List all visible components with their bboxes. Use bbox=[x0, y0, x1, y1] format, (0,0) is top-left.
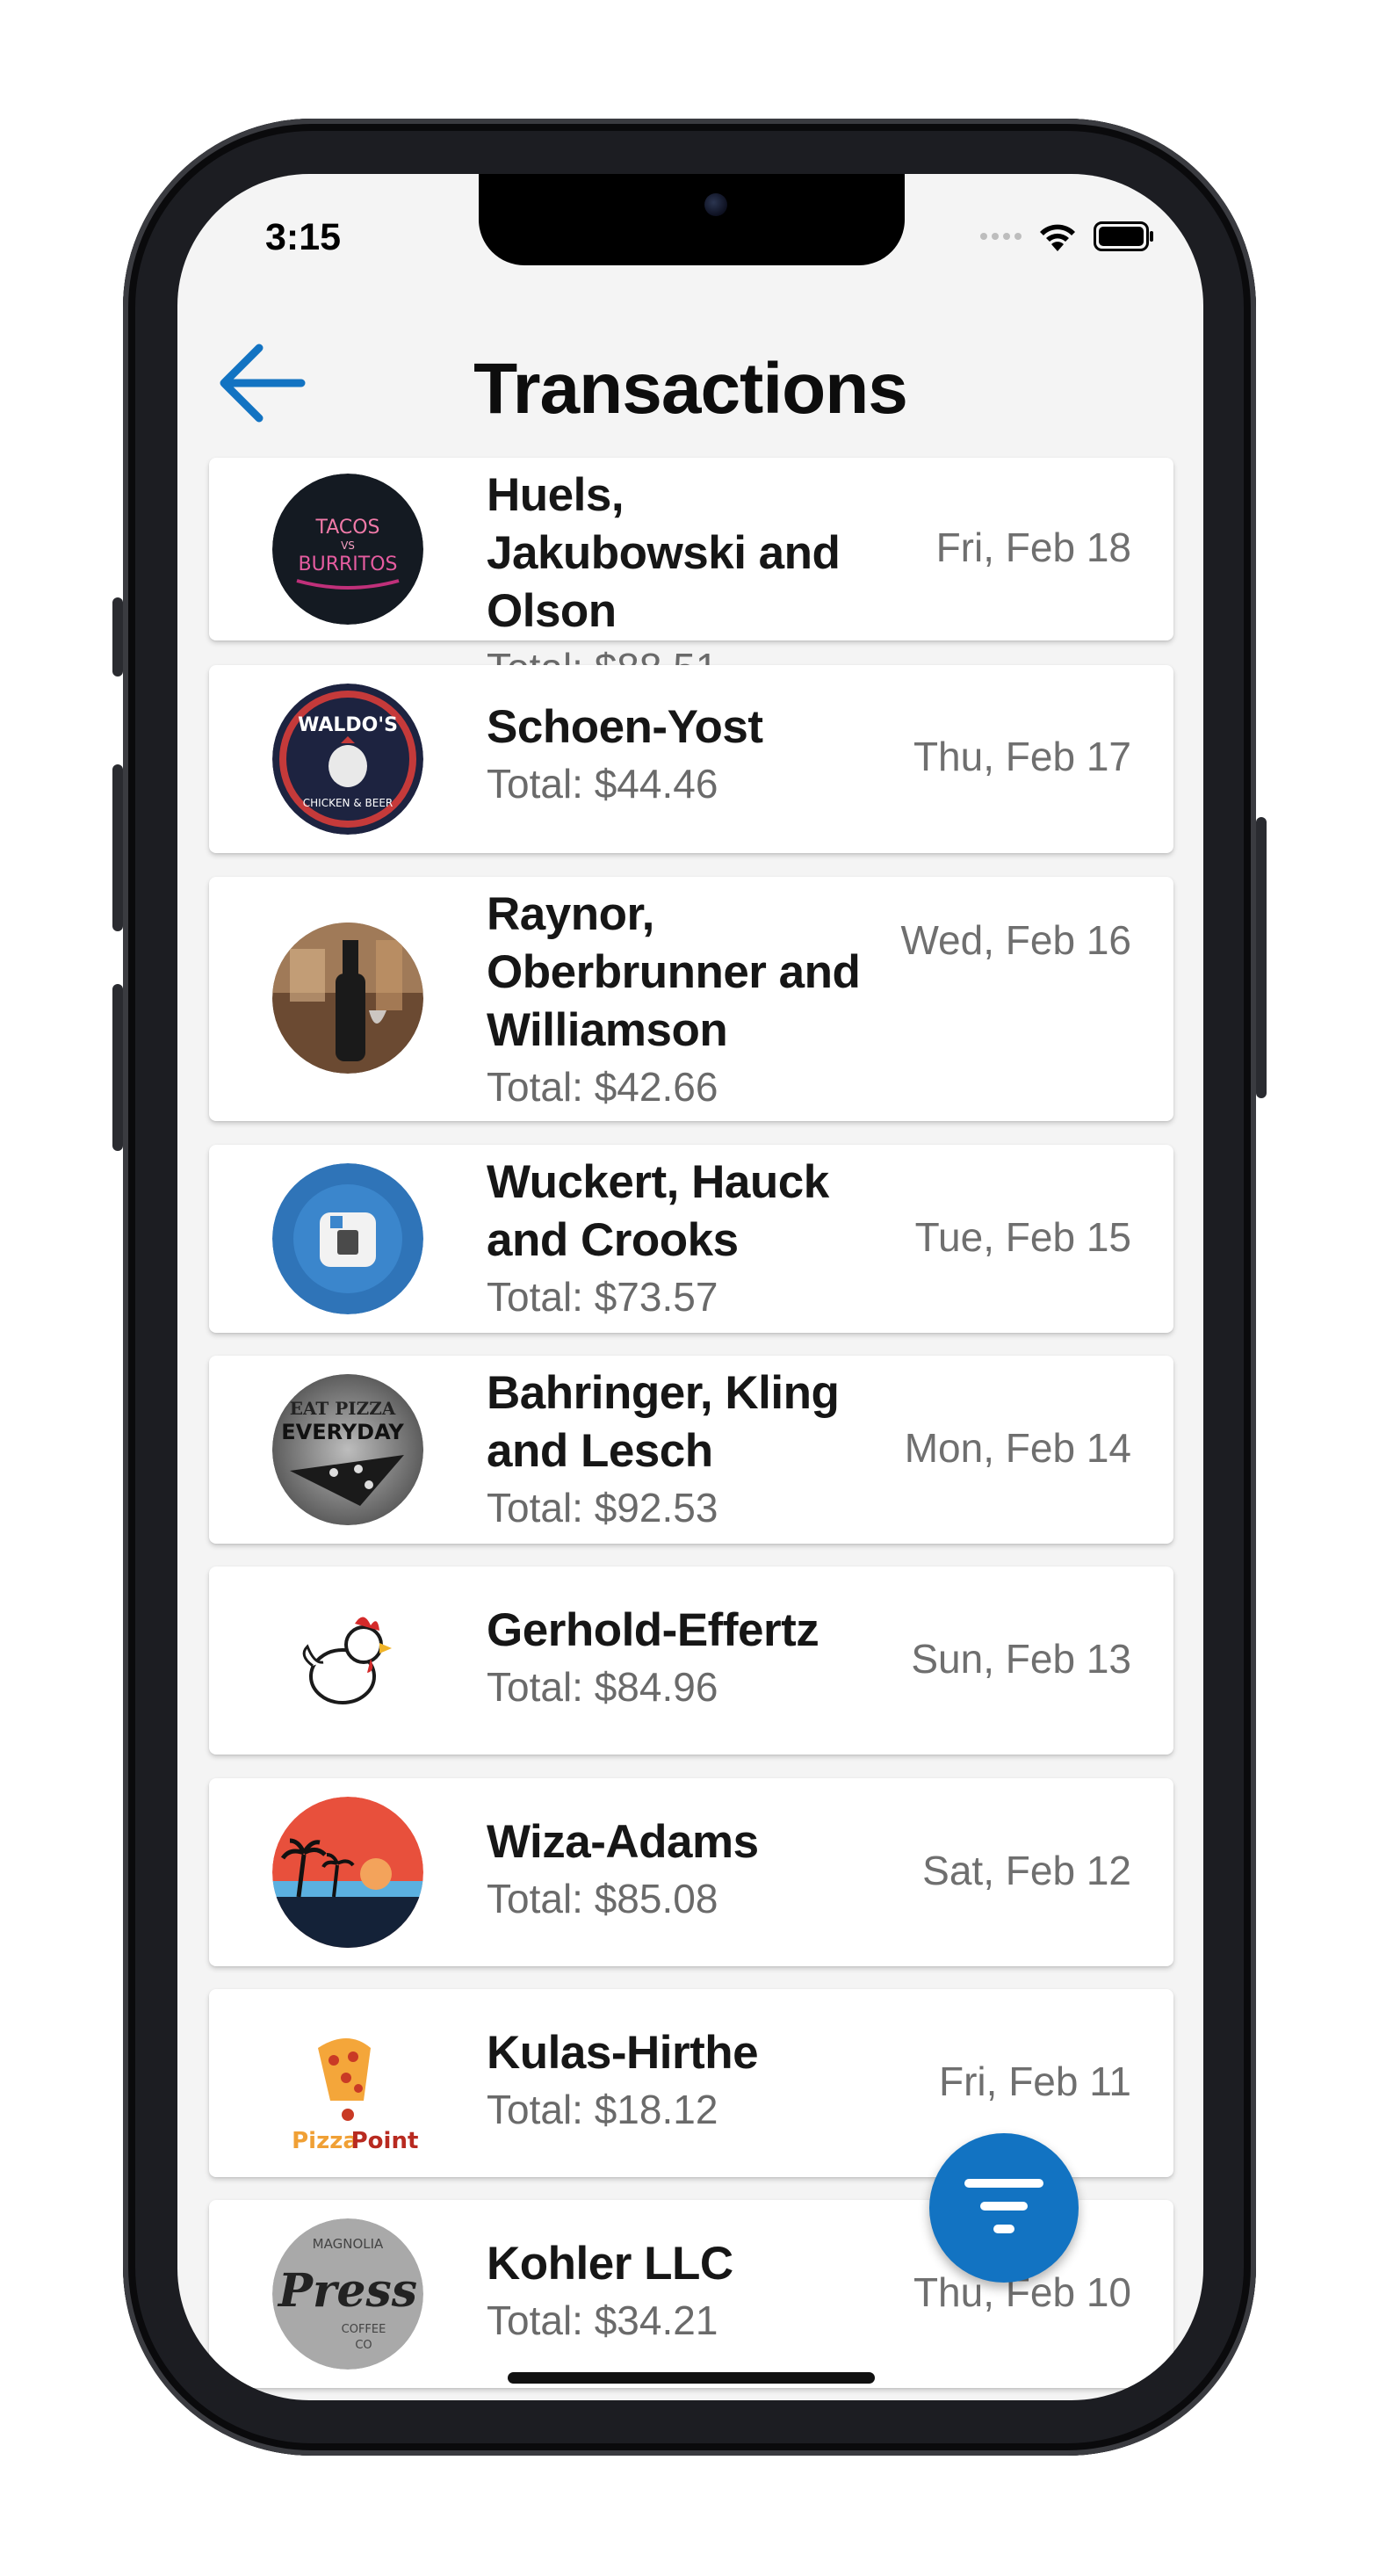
transaction-total: Total: $34.21 bbox=[487, 2297, 718, 2343]
logo-text-co: CO bbox=[355, 2339, 372, 2352]
volume-up-button bbox=[112, 764, 123, 931]
transaction-date: Fri, Feb 11 bbox=[939, 2059, 1131, 2104]
page-title: Transactions bbox=[473, 349, 908, 429]
logo-text-magnolia: MAGNOLIA bbox=[313, 2236, 384, 2252]
volume-down-button bbox=[112, 984, 123, 1151]
status-time: 3:15 bbox=[265, 216, 342, 258]
merchant-name: Schoen-Yost bbox=[487, 701, 763, 753]
notch bbox=[479, 174, 905, 265]
merchant-logo-chicken bbox=[272, 1585, 423, 1736]
transaction-total: Total: $42.66 bbox=[487, 1064, 718, 1110]
merchant-name: Bahringer, Kling and Lesch bbox=[487, 1367, 840, 1477]
transaction-date: Fri, Feb 18 bbox=[935, 525, 1131, 570]
transaction-card[interactable]: TACOS VS BURRITOS Huels, Jakubowski and … bbox=[209, 458, 1173, 691]
merchant-logo-wine-photo bbox=[272, 923, 423, 1074]
merchant-logo-blue-cube bbox=[272, 1163, 423, 1314]
logo-text-waldos: WALDO'S bbox=[298, 714, 398, 736]
transaction-total: Total: $18.12 bbox=[487, 2087, 718, 2132]
battery-icon bbox=[1094, 221, 1153, 251]
transaction-total: Total: $92.53 bbox=[487, 1485, 718, 1530]
merchant-name: Gerhold-Effertz bbox=[487, 1604, 819, 1656]
logo-text-eat-pizza: EAT PIZZA bbox=[290, 1398, 396, 1419]
merchant-name: Wuckert, Hauck and Crooks bbox=[487, 1156, 829, 1266]
logo-text-tacos: TACOS bbox=[314, 517, 379, 539]
merchant-name: Kohler LLC bbox=[487, 2238, 733, 2290]
merchant-logo-pizza-point: Pizza Point bbox=[272, 2008, 423, 2159]
transaction-total: Total: $73.57 bbox=[487, 1274, 718, 1320]
merchant-name: Raynor, Oberbrunner and Williamson bbox=[487, 888, 861, 1056]
transaction-card[interactable]: Raynor, Oberbrunner and Williamson Total… bbox=[209, 877, 1173, 1121]
merchant-logo-waldos: WALDO'S CHICKEN & BEER bbox=[272, 684, 423, 835]
transaction-date: Sat, Feb 12 bbox=[922, 1848, 1131, 1893]
signal-dots-icon bbox=[980, 233, 1022, 240]
merchant-logo-tacos-vs-burritos: TACOS VS BURRITOS bbox=[272, 474, 423, 625]
transaction-date: Wed, Feb 16 bbox=[900, 917, 1131, 963]
transaction-card[interactable]: Gerhold-Effertz Total: $84.96 Sun, Feb 1… bbox=[209, 1567, 1173, 1755]
front-camera bbox=[704, 193, 727, 216]
logo-text-everyday: EVERYDAY bbox=[281, 1420, 404, 1444]
logo-text-press: Press bbox=[277, 2264, 417, 2318]
transaction-card[interactable]: Wiza-Adams Total: $85.08 Sat, Feb 12 bbox=[209, 1778, 1173, 1966]
logo-text-vs: VS bbox=[341, 539, 355, 552]
logo-text-coffee: COFFEE bbox=[342, 2323, 386, 2336]
merchant-logo-eat-pizza-everyday: EAT PIZZA EVERYDAY bbox=[272, 1374, 423, 1525]
transaction-card[interactable]: Wuckert, Hauck and Crooks Total: $73.57 … bbox=[209, 1145, 1173, 1333]
merchant-logo-palm-sunset bbox=[272, 1797, 423, 1948]
merchant-name: Wiza-Adams bbox=[487, 1816, 759, 1868]
transaction-card[interactable]: EAT PIZZA EVERYDAY Bahringer, Kling and … bbox=[209, 1356, 1173, 1544]
power-button bbox=[1256, 817, 1267, 1098]
logo-text-point: Point bbox=[351, 2128, 419, 2154]
status-icons bbox=[980, 220, 1155, 253]
merchant-logo-magnolia-press: MAGNOLIA Press COFFEE CO bbox=[272, 2218, 423, 2370]
transaction-total: Total: $84.96 bbox=[487, 1664, 718, 1710]
transaction-date: Tue, Feb 15 bbox=[914, 1214, 1131, 1260]
merchant-name: Huels, Jakubowski and Olson bbox=[487, 469, 841, 637]
transaction-date: Thu, Feb 17 bbox=[913, 734, 1131, 779]
transaction-date: Sun, Feb 13 bbox=[911, 1636, 1131, 1682]
filter-button[interactable] bbox=[929, 2133, 1079, 2283]
transaction-card[interactable]: WALDO'S CHICKEN & BEER Schoen-Yost Total… bbox=[209, 665, 1173, 853]
filter-icon bbox=[964, 2179, 1043, 2233]
action-button bbox=[112, 597, 123, 677]
wifi-icon bbox=[1040, 224, 1075, 251]
home-indicator bbox=[508, 2372, 875, 2384]
header: Transactions bbox=[177, 322, 1203, 436]
transaction-date: Mon, Feb 14 bbox=[904, 1425, 1131, 1471]
logo-text-burritos: BURRITOS bbox=[299, 554, 398, 575]
logo-text-chicken-beer: CHICKEN & BEER bbox=[303, 797, 393, 809]
transaction-total: Total: $44.46 bbox=[487, 761, 718, 807]
app-screen: 3:15 Transactions TACOS VS BURRITOS Huel… bbox=[177, 174, 1203, 2400]
logo-text-pizza: Pizza bbox=[292, 2128, 358, 2154]
transaction-total: Total: $85.08 bbox=[487, 1876, 718, 1921]
merchant-name: Kulas-Hirthe bbox=[487, 2027, 759, 2079]
